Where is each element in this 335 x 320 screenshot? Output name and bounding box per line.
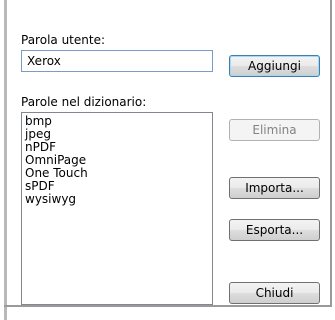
user-word-input[interactable]: Xerox [21, 50, 213, 72]
window-right-edge [330, 0, 332, 307]
export-button[interactable]: Esporta... [229, 219, 320, 241]
list-item[interactable]: wysiwyg [25, 193, 209, 206]
list-item[interactable]: bmp [25, 115, 209, 128]
delete-button[interactable]: Elimina [229, 119, 320, 141]
user-word-label: Parola utente: [21, 33, 105, 47]
import-button[interactable]: Importa... [229, 177, 320, 199]
dictionary-words-label: Parole nel dizionario: [21, 95, 147, 109]
dictionary-word-list[interactable]: bmp jpeg nPDF OmniPage One Touch sPDF wy… [21, 112, 213, 305]
close-button[interactable]: Chiudi [229, 282, 320, 304]
add-button[interactable]: Aggiungi [229, 55, 320, 77]
window-bottom-edge [4, 305, 332, 307]
dictionary-window: Parola utente: Xerox Aggiungi Parole nel… [0, 0, 335, 320]
